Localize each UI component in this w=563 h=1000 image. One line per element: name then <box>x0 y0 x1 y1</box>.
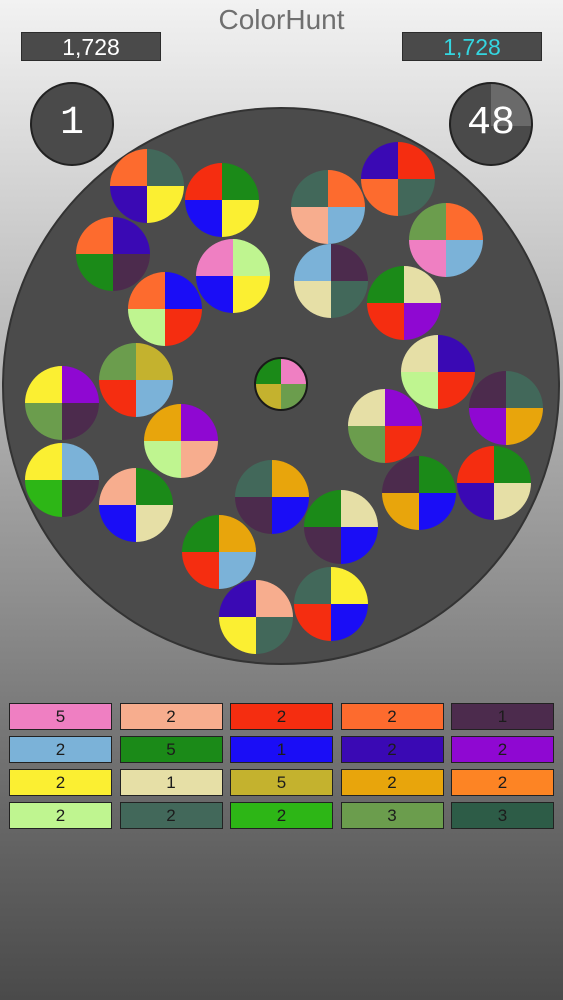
palette-swatch-peach[interactable]: 2 <box>119 703 223 730</box>
palette-swatch-yellow[interactable]: 2 <box>9 769 112 796</box>
color-piece[interactable] <box>401 335 475 409</box>
color-piece[interactable] <box>144 404 218 478</box>
color-piece[interactable] <box>182 515 256 589</box>
palette-swatch-purple[interactable]: 2 <box>451 736 554 763</box>
color-piece[interactable] <box>185 163 259 237</box>
color-piece[interactable] <box>457 446 531 520</box>
color-piece[interactable] <box>25 366 99 440</box>
palette-swatch-pine[interactable]: 3 <box>451 802 554 829</box>
palette-swatch-olive[interactable]: 5 <box>230 769 333 796</box>
quadrant-top-right <box>398 142 435 179</box>
color-piece[interactable] <box>361 142 435 216</box>
color-piece[interactable] <box>128 272 202 346</box>
palette-swatch-sky[interactable]: 2 <box>9 736 112 763</box>
palette-swatch-amber[interactable]: 2 <box>340 769 444 796</box>
quadrant-bottom-left <box>25 480 62 517</box>
color-piece[interactable] <box>110 149 184 223</box>
color-piece[interactable] <box>196 239 270 313</box>
color-piece[interactable] <box>219 580 293 654</box>
color-piece[interactable] <box>235 460 309 534</box>
color-piece[interactable] <box>99 468 173 542</box>
color-piece[interactable] <box>99 343 173 417</box>
color-piece[interactable] <box>348 389 422 463</box>
palette-swatch-red[interactable]: 2 <box>230 703 333 730</box>
color-piece[interactable] <box>76 217 150 291</box>
color-piece[interactable] <box>291 170 365 244</box>
color-piece[interactable] <box>304 490 378 564</box>
color-piece[interactable] <box>294 244 368 318</box>
color-piece[interactable] <box>25 443 99 517</box>
palette-swatch-lime[interactable]: 2 <box>9 802 112 829</box>
color-piece[interactable] <box>382 456 456 530</box>
center-target-piece[interactable] <box>254 357 308 411</box>
palette-swatch-teal[interactable]: 2 <box>119 802 223 829</box>
palette-swatch-plum[interactable]: 1 <box>451 703 554 730</box>
palette-swatch-cream[interactable]: 1 <box>119 769 223 796</box>
palette-swatch-green[interactable]: 5 <box>119 736 223 763</box>
color-piece[interactable] <box>294 567 368 641</box>
game-board <box>2 107 560 665</box>
palette-swatch-orange[interactable]: 2 <box>340 703 444 730</box>
color-piece[interactable] <box>469 371 543 445</box>
quadrant-top-left <box>110 149 147 186</box>
palette-swatch-tangerine[interactable]: 2 <box>451 769 554 796</box>
color-piece[interactable] <box>409 203 483 277</box>
color-palette: 52221251222152222233 <box>9 703 554 829</box>
palette-swatch-sage[interactable]: 3 <box>340 802 444 829</box>
palette-swatch-blue[interactable]: 1 <box>230 736 333 763</box>
palette-swatch-kelly[interactable]: 2 <box>230 802 333 829</box>
palette-swatch-pink[interactable]: 5 <box>9 703 112 730</box>
color-piece[interactable] <box>367 266 441 340</box>
palette-swatch-indigo[interactable]: 2 <box>340 736 444 763</box>
